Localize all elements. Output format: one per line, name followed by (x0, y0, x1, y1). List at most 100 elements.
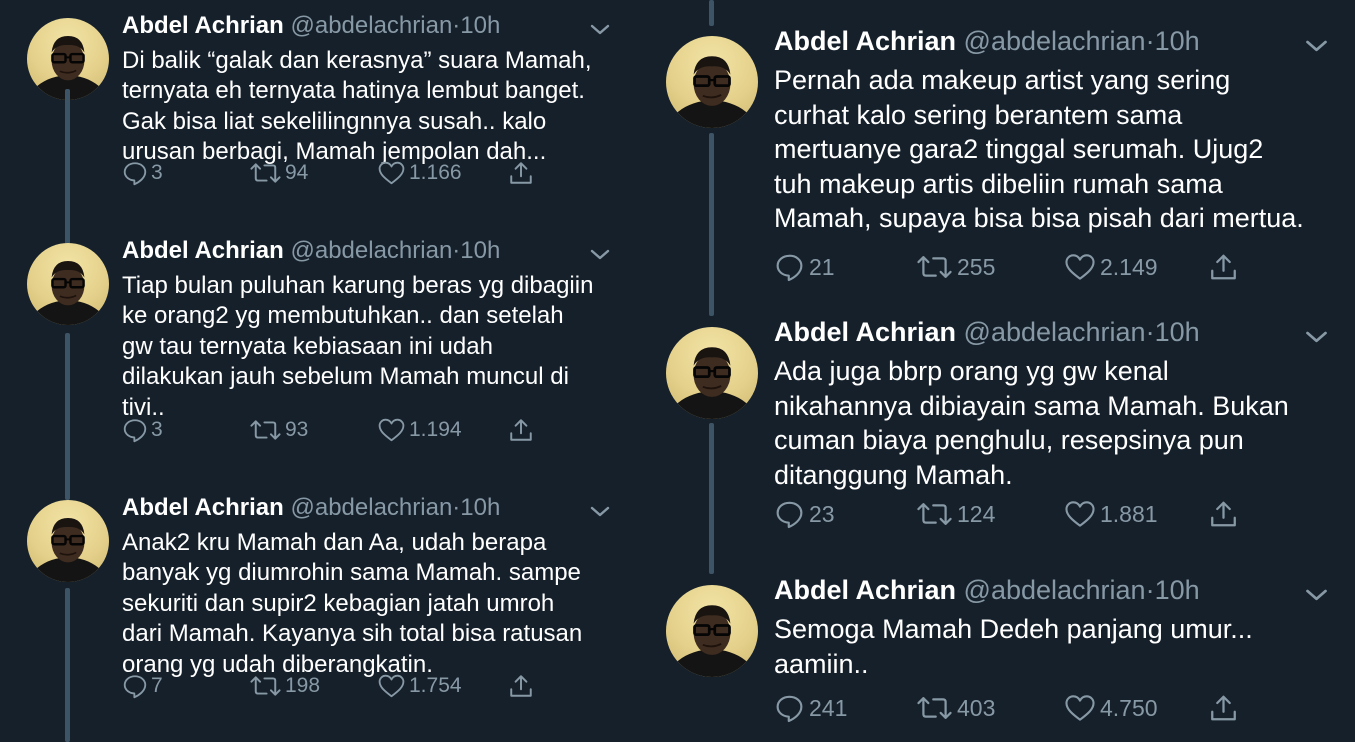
reply-button[interactable]: 7 (122, 673, 163, 699)
share-button[interactable] (1208, 252, 1243, 282)
share-icon (510, 675, 532, 697)
left-column: Abdel Achrian @abdelachrian·10h Di balik… (0, 0, 650, 742)
share-icon (1211, 501, 1236, 527)
retweet-button[interactable]: 93 (249, 417, 308, 443)
author-handle[interactable]: @abdelachrian (290, 12, 452, 39)
chevron-down-icon[interactable] (1303, 582, 1330, 609)
like-button[interactable]: 1.881 (1064, 499, 1158, 529)
chevron-down-icon[interactable] (588, 243, 612, 267)
reply-button[interactable]: 23 (774, 499, 835, 529)
like-icon (378, 418, 405, 442)
reply-button[interactable]: 3 (122, 417, 163, 443)
author-handle[interactable]: @abdelachrian (964, 317, 1146, 347)
avatar-image (666, 347, 758, 419)
retweet-button[interactable]: 255 (916, 252, 995, 282)
retweet-button[interactable]: 94 (249, 160, 308, 186)
avatar[interactable] (27, 243, 109, 325)
retweet-button[interactable]: 403 (916, 693, 995, 723)
retweet-button[interactable]: 198 (249, 673, 320, 699)
chevron-down-icon[interactable] (1303, 324, 1330, 351)
timestamp[interactable]: 10h (1155, 26, 1200, 56)
author-name[interactable]: Abdel Achrian (122, 12, 284, 39)
tweet-text: Anak2 kru Mamah dan Aa, udah berapa bany… (122, 529, 583, 678)
author-name[interactable]: Abdel Achrian (122, 494, 284, 521)
timestamp[interactable]: 10h (460, 237, 500, 264)
tweet-header: Abdel Achrian @abdelachrian·10h (122, 237, 500, 265)
like-count: 2.149 (1100, 253, 1158, 280)
author-name[interactable]: Abdel Achrian (774, 26, 956, 56)
tweet-header: Abdel Achrian @abdelachrian·10h (774, 317, 1200, 348)
tweet-text: Ada juga bbrp orang yg gw kenal nikahann… (774, 356, 1289, 490)
share-button[interactable] (507, 417, 538, 443)
retweet-button[interactable]: 124 (916, 499, 995, 529)
avatar[interactable] (27, 500, 109, 582)
author-handle[interactable]: @abdelachrian (290, 494, 452, 521)
reply-button[interactable]: 241 (774, 693, 847, 723)
tweet-actions: 21 255 2.149 (774, 252, 1294, 286)
reply-icon (776, 254, 803, 282)
thread-line (709, 133, 714, 316)
separator-dot: · (1145, 26, 1155, 56)
chevron-down-icon[interactable] (588, 500, 612, 524)
like-count: 1.881 (1100, 500, 1158, 527)
timestamp[interactable]: 10h (1155, 317, 1200, 347)
like-button[interactable]: 1.166 (377, 160, 462, 186)
avatar-image (27, 518, 109, 582)
share-button[interactable] (507, 673, 538, 699)
reply-button[interactable]: 3 (122, 160, 163, 186)
share-icon (1211, 254, 1236, 280)
avatar[interactable] (666, 36, 758, 128)
avatar-image (666, 56, 758, 128)
like-button[interactable]: 1.754 (377, 673, 462, 699)
chevron-down-icon[interactable] (1303, 33, 1330, 60)
timestamp[interactable]: 10h (460, 12, 500, 39)
author-handle[interactable]: @abdelachrian (964, 575, 1146, 605)
author-handle[interactable]: @abdelachrian (964, 26, 1146, 56)
like-icon (378, 674, 405, 698)
author-handle[interactable]: @abdelachrian (290, 237, 452, 264)
avatar[interactable] (666, 585, 758, 677)
share-icon (510, 162, 532, 184)
reply-count: 23 (809, 500, 835, 527)
tweet-text: Di balik “galak dan kerasnya” suara Mama… (122, 47, 592, 166)
author-name[interactable]: Abdel Achrian (774, 317, 956, 347)
right-column: Abdel Achrian @abdelachrian·10h Pernah a… (650, 0, 1355, 742)
reply-button[interactable]: 21 (774, 252, 835, 282)
tweet-header: Abdel Achrian @abdelachrian·10h (774, 26, 1200, 57)
like-button[interactable]: 4.750 (1064, 693, 1158, 723)
like-icon (378, 161, 405, 185)
avatar[interactable] (27, 18, 109, 100)
tweet-header: Abdel Achrian @abdelachrian·10h (122, 494, 500, 522)
retweet-icon (917, 256, 952, 278)
avatar[interactable] (666, 327, 758, 419)
like-button[interactable]: 1.194 (377, 417, 462, 443)
thread-line (709, 423, 714, 574)
retweet-icon (917, 697, 952, 719)
timestamp[interactable]: 10h (1155, 575, 1200, 605)
retweet-count: 403 (957, 694, 996, 721)
retweet-count: 198 (285, 674, 321, 697)
reply-count: 7 (151, 674, 163, 697)
like-icon (1065, 501, 1095, 527)
retweet-icon (250, 420, 281, 440)
reply-count: 21 (809, 253, 835, 280)
chevron-down-icon[interactable] (588, 18, 612, 42)
share-button[interactable] (1208, 693, 1243, 723)
author-name[interactable]: Abdel Achrian (122, 237, 284, 264)
retweet-icon (250, 163, 281, 183)
thread-line (65, 588, 70, 742)
retweet-count: 94 (285, 161, 309, 184)
retweet-count: 124 (957, 500, 996, 527)
tweet-actions: 23 124 1.881 (774, 499, 1294, 533)
tweet-actions: 241 403 4.750 (774, 693, 1294, 727)
reply-icon (123, 419, 147, 443)
author-name[interactable]: Abdel Achrian (774, 575, 956, 605)
reply-count: 3 (151, 418, 163, 441)
avatar-image (27, 261, 109, 325)
like-button[interactable]: 2.149 (1064, 252, 1158, 282)
share-button[interactable] (1208, 499, 1243, 529)
share-button[interactable] (507, 160, 538, 186)
reply-count: 3 (151, 161, 163, 184)
reply-icon (123, 675, 147, 699)
timestamp[interactable]: 10h (460, 494, 500, 521)
